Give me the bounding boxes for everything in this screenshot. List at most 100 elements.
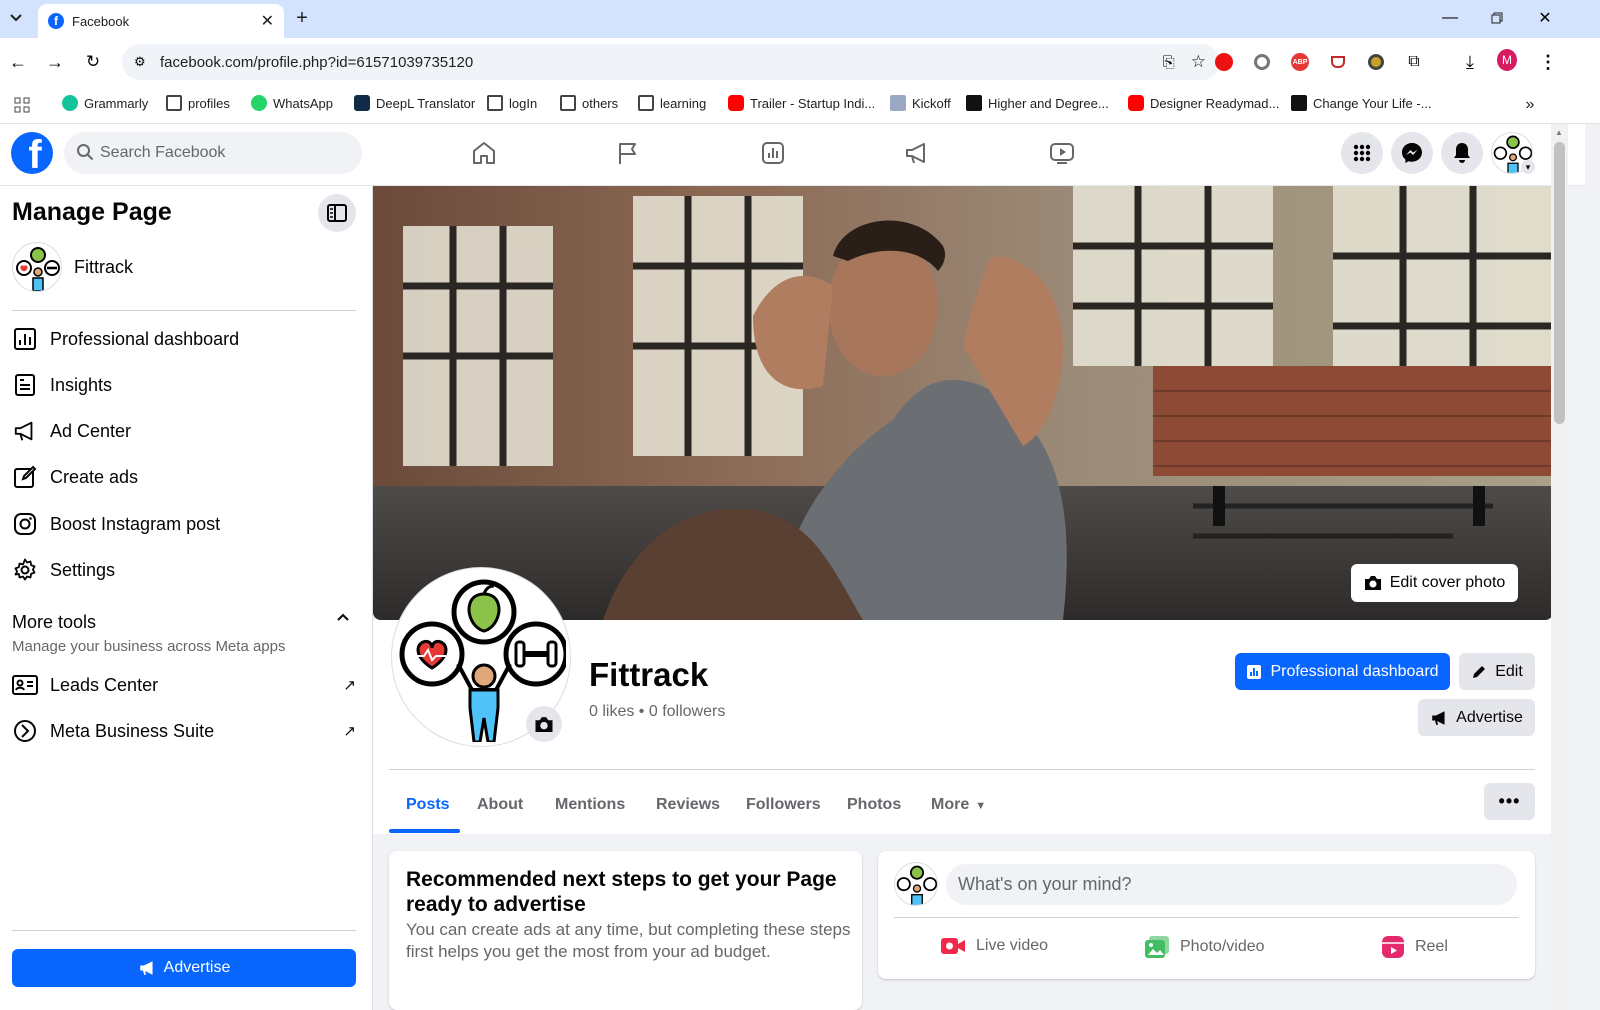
bookmark-item[interactable]: learning — [638, 95, 706, 111]
tab-followers[interactable]: Followers — [746, 796, 821, 814]
youtube-icon — [1128, 95, 1144, 111]
bookmark-label: Change Your Life -... — [1313, 95, 1432, 111]
scrollbar-thumb[interactable] — [1554, 142, 1565, 424]
messenger-icon[interactable] — [1391, 132, 1433, 174]
megaphone-nav-icon[interactable] — [893, 129, 941, 177]
minimize-icon[interactable]: — — [1440, 8, 1460, 28]
tab-mentions[interactable]: Mentions — [555, 796, 625, 814]
advertise-button[interactable]: Advertise — [1418, 699, 1535, 736]
bookmark-item[interactable]: Grammarly — [62, 95, 148, 111]
home-icon[interactable] — [460, 129, 508, 177]
live-video-icon — [940, 935, 966, 957]
tab-more[interactable]: More ▼ — [931, 796, 986, 814]
sidebar-item-settings[interactable]: Settings — [12, 557, 115, 583]
close-window-icon[interactable]: ✕ — [1535, 8, 1555, 28]
browser-menu-icon[interactable]: ⋮ — [1538, 52, 1558, 72]
update-profile-picture-camera-icon[interactable] — [526, 706, 562, 742]
new-tab-icon[interactable]: + — [292, 7, 312, 29]
account-chevron-icon[interactable]: ▾ — [1521, 160, 1535, 174]
bookmark-item[interactable]: DeepL Translator — [354, 95, 475, 111]
sidebar-item-ad-center[interactable]: Ad Center — [12, 418, 131, 444]
reel-button[interactable]: Reel — [1381, 935, 1448, 959]
tab-posts[interactable]: Posts — [406, 796, 450, 814]
tab-title: Facebook — [72, 13, 130, 29]
adblock-icon[interactable]: ABP — [1290, 52, 1310, 72]
photo-video-label: Photo/video — [1180, 938, 1265, 955]
tab-photos[interactable]: Photos — [847, 796, 901, 814]
sidebar-advertise-button[interactable]: Advertise — [12, 949, 356, 987]
install-app-icon[interactable]: ⎘ — [1163, 54, 1175, 71]
notifications-bell-icon[interactable] — [1441, 132, 1483, 174]
insights-chart-icon[interactable] — [749, 129, 797, 177]
facebook-logo-icon[interactable]: f — [11, 132, 53, 174]
bookmark-item[interactable]: Kickoff — [890, 95, 951, 111]
more-options-button[interactable]: ••• — [1484, 783, 1535, 820]
edit-page-button[interactable]: Edit — [1459, 653, 1535, 690]
bookmark-item[interactable]: Trailer - Startup Indi... — [728, 95, 875, 111]
divider — [894, 917, 1519, 918]
bookmark-item[interactable]: logIn — [487, 95, 537, 111]
bookmark-label: DeepL Translator — [376, 95, 476, 111]
edit-cover-photo-button[interactable]: Edit cover photo — [1351, 564, 1518, 602]
grammarly-icon — [62, 95, 78, 111]
menu-grid-icon[interactable] — [1341, 132, 1383, 174]
sidebar-item-boost-instagram-post[interactable]: Boost Instagram post — [12, 511, 220, 537]
bookmark-item[interactable]: Change Your Life -... — [1291, 95, 1432, 111]
bookmark-item[interactable]: profiles — [166, 95, 230, 111]
collapse-sidebar-icon[interactable] — [318, 194, 356, 232]
apps-grid-icon[interactable] — [12, 95, 32, 115]
tab-search-icon[interactable] — [6, 8, 26, 28]
caret-down-icon: ▼ — [975, 800, 987, 812]
sidebar-tool-leads-center[interactable]: Leads Center ↗ — [12, 672, 356, 698]
bookmark-label: profiles — [188, 95, 230, 111]
forward-icon[interactable]: → — [45, 52, 65, 72]
tab-label: Reviews — [656, 796, 721, 813]
bookmark-item[interactable]: Higher and Degree... — [966, 95, 1109, 111]
bookmark-star-icon[interactable]: ☆ — [1191, 52, 1206, 72]
tab-about[interactable]: About — [477, 796, 523, 814]
divider — [12, 310, 356, 311]
page-scrollbar[interactable]: ▲ — [1551, 124, 1568, 1010]
folder-icon — [638, 95, 654, 111]
profile-avatar[interactable]: M — [1497, 49, 1517, 71]
megaphone-icon — [12, 418, 38, 444]
back-icon[interactable]: ← — [8, 52, 28, 72]
download-icon[interactable]: ⤓ — [1460, 52, 1480, 72]
more-bookmarks-icon[interactable]: » — [1520, 95, 1540, 115]
extension-hand-icon[interactable] — [1214, 52, 1234, 72]
extension-pocket-icon[interactable] — [1328, 52, 1348, 72]
page-switcher[interactable]: Fittrack — [12, 242, 133, 292]
search-facebook-input[interactable]: Search Facebook — [64, 132, 362, 174]
url-bar[interactable]: ⚙ facebook.com/profile.php?id=6157103973… — [122, 44, 1220, 80]
profile-picture[interactable] — [392, 568, 570, 746]
bookmark-item[interactable]: others — [560, 95, 618, 111]
bookmark-item[interactable]: WhatsApp — [251, 95, 333, 111]
extension-shield-icon[interactable] — [1366, 52, 1386, 72]
tab-reviews[interactable]: Reviews — [656, 796, 720, 814]
close-tab-icon[interactable]: ✕ — [261, 11, 274, 31]
pages-flag-icon[interactable] — [604, 129, 652, 177]
extension-grammarly-icon[interactable] — [1252, 52, 1272, 72]
browser-tab[interactable]: f Facebook ✕ — [38, 4, 284, 38]
composer-avatar[interactable] — [894, 862, 938, 906]
sidebar-item-create-ads[interactable]: Create ads — [12, 464, 138, 490]
sidebar-item-professional-dashboard[interactable]: Professional dashboard — [12, 326, 239, 352]
site-info-icon[interactable]: ⚙ — [134, 54, 152, 70]
meta-icon — [12, 718, 38, 744]
restore-icon[interactable] — [1487, 8, 1507, 28]
sidebar-item-insights[interactable]: Insights — [12, 372, 112, 398]
scroll-up-icon[interactable]: ▲ — [1555, 128, 1563, 137]
video-icon[interactable] — [1038, 129, 1086, 177]
whats-on-your-mind-input[interactable]: What's on your mind? — [946, 864, 1517, 905]
reload-icon[interactable]: ↻ — [83, 52, 103, 72]
gear-icon — [12, 557, 38, 583]
collapse-more-tools-icon[interactable] — [336, 612, 350, 622]
sidebar-item-label: Ad Center — [50, 420, 132, 441]
bookmark-item[interactable]: Designer Readymad... — [1128, 95, 1279, 111]
sidebar-tool-meta-business-suite[interactable]: Meta Business Suite ↗ — [12, 718, 356, 744]
extensions-puzzle-icon[interactable]: ⧉ — [1404, 52, 1424, 72]
live-video-button[interactable]: Live video — [940, 935, 1048, 957]
professional-dashboard-button[interactable]: Professional dashboard — [1235, 653, 1450, 690]
photo-video-button[interactable]: Photo/video — [1144, 935, 1265, 959]
divider — [389, 769, 1535, 770]
